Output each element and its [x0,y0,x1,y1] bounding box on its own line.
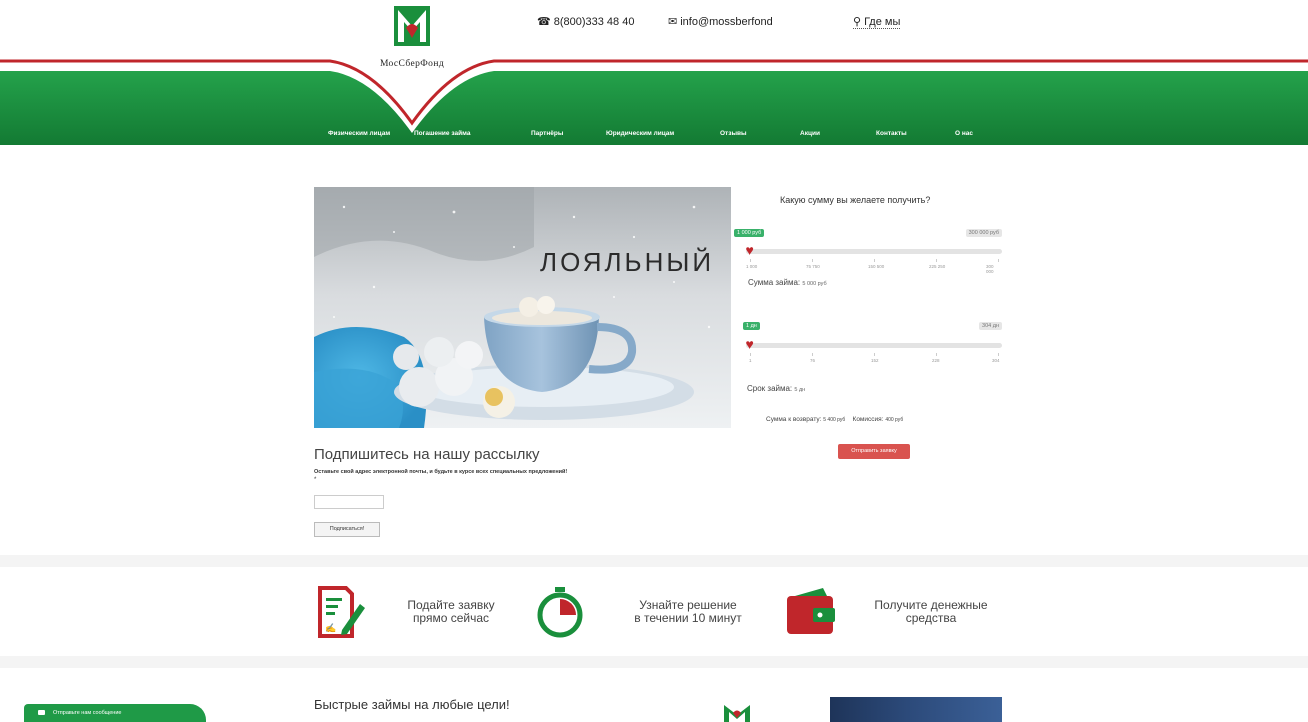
term-value-text: 5 дн [794,387,806,393]
amount-max-badge: 300 000 руб [965,229,1002,237]
header-phone[interactable]: ☎ 8(800)333 48 40 [537,15,634,28]
amount-tick: 75 750 [806,264,820,269]
term-tick: 152 [871,358,879,363]
main-nav: Физическим лицам Погашение займа Партнёр… [0,130,1308,144]
section-divider-top [0,555,1308,567]
return-value: 5 400 руб [823,417,846,423]
application-form-icon: ✍ [318,586,365,638]
promo-banner-image [314,187,731,428]
amount-tick: 1 000 [746,264,758,269]
required-mark: * [314,477,317,483]
subscribe-button[interactable]: Подписаться! [314,522,380,537]
stopwatch-icon [537,587,583,638]
wallet-icon [787,588,835,634]
apply-button[interactable]: Отправить заявку [838,444,910,459]
nav-item-promotions[interactable]: Акции [800,130,820,137]
subscribe-email-input[interactable] [314,495,384,509]
bottom-section-title: Быстрые займы на любые цели! [314,697,510,712]
calculator-title: Какую сумму вы желаете получить? [780,195,931,205]
amount-slider-handle-heart-icon[interactable]: ♥ [746,243,754,257]
loan-summary: Сумма к возврату: 5 400 руб Комиссия: 40… [766,416,903,423]
step-2-line2: в течении 10 минут [634,611,742,625]
step-2-text: Узнайте решение в течении 10 минут [607,599,769,625]
phone-number: 8(800)333 48 40 [553,16,635,28]
nav-item-partners[interactable]: Партнёры [531,130,563,137]
amount-value: Сумма займа: 5 000 руб [748,278,827,287]
chat-label: Отправьте нам сообщение [53,710,122,716]
email-address: info@mossberfond [680,16,773,28]
term-value-label: Срок займа: [747,384,793,393]
nav-item-individuals[interactable]: Физическим лицам [328,130,390,137]
logo-text: МосСберФонд [379,59,445,69]
term-slider-track[interactable] [746,343,1002,348]
nav-item-legal-entities[interactable]: Юридическим лицам [606,130,674,137]
term-tick: 76 [810,358,816,363]
logo-monogram-icon [394,6,430,46]
commission-label: Комиссия: [852,416,884,423]
step-1-line2: прямо сейчас [412,611,490,625]
svg-text:✍: ✍ [325,623,336,633]
amount-value-text: 5 000 руб [802,281,827,287]
phone-icon: ☎ [537,16,551,28]
chat-icon [38,710,45,716]
chat-widget-tab[interactable]: Отправьте нам сообщение [24,704,206,722]
term-min-badge: 1 дн [743,322,760,330]
subscribe-title: Подпишитесь на нашу рассылку [314,446,540,463]
term-slider-handle-heart-icon[interactable]: ♥ [746,337,754,351]
commission-value: 400 руб [885,417,904,423]
banner-title: ЛОЯЛЬНЫЙ [540,247,715,277]
term-value: Срок займа: 5 дн [747,384,805,393]
step-3-line2: средства [905,611,957,625]
term-tick: 304 [992,358,1000,363]
amount-tick: 150 500 [868,264,885,269]
amount-min-badge: 1 000 руб [734,229,765,237]
term-max-badge: 304 дн [979,322,1002,330]
nav-item-contacts[interactable]: Контакты [876,130,907,137]
amount-slider[interactable]: 1 000 руб 300 000 руб ♥ 1 000 75 750 150… [734,229,1002,289]
term-tick: 1 [749,358,752,363]
brand-logo[interactable]: МосСберФонд [362,4,462,69]
step-3-text: Получите денежные средства [850,599,1012,625]
amount-tick: 300 000 [986,264,994,274]
header-email[interactable]: ✉ info@mossberfond [668,15,773,28]
bottom-logo-monogram-icon [724,705,750,722]
bottom-photo [830,697,1002,722]
amount-value-label: Сумма займа: [748,278,801,287]
nav-item-reviews[interactable]: Отзывы [720,130,747,137]
header-location-link[interactable]: ⚲ Где мы [853,15,901,29]
amount-tick: 225 250 [929,264,946,269]
term-tick: 228 [932,358,940,363]
section-divider-bottom [0,656,1308,668]
return-label: Сумма к возврату: [766,416,822,423]
location-label: Где мы [864,16,901,28]
nav-item-repayment[interactable]: Погашение займа [414,130,470,137]
amount-slider-track[interactable] [746,249,1002,254]
subscribe-description: Оставьте свой адрес электронной почты, и… [314,469,568,475]
nav-item-about[interactable]: О нас [955,130,973,137]
location-pin-icon: ⚲ [853,16,862,28]
term-slider[interactable]: 1 дн 304 дн ♥ 1 76 152 228 304 Срок займ… [743,322,1002,397]
site-header: МосСберФонд ☎ 8(800)333 48 40 ✉ info@mossb… [0,0,1308,145]
mail-icon: ✉ [668,16,678,28]
step-1-text: Подайте заявку прямо сейчас [392,599,510,625]
